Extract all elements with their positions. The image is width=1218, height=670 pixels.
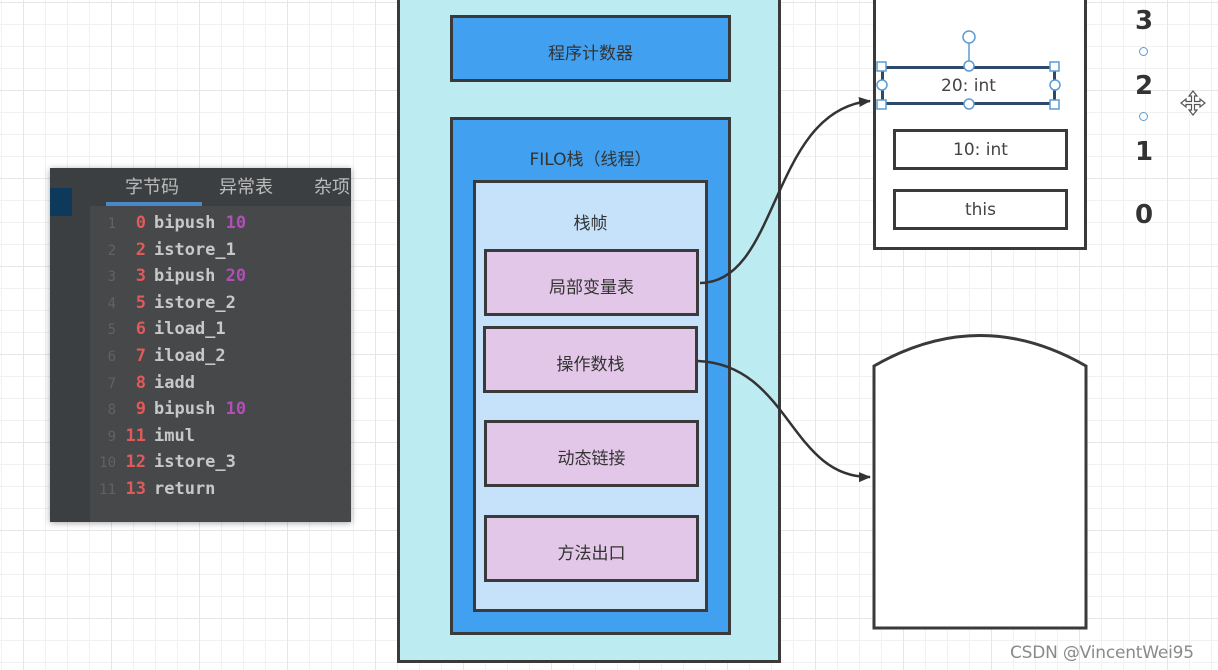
operand-stack-shape[interactable] [872, 334, 1088, 630]
resize-handle-s [963, 98, 975, 110]
diagram-overlay [697, 30, 1206, 630]
slot-index-3: 3 [1135, 6, 1154, 36]
slot-index-2: 2 [1135, 71, 1154, 101]
resize-handle-e [1049, 79, 1061, 91]
rotate-handle [962, 30, 976, 44]
slot-index-0: 0 [1135, 200, 1154, 230]
connector-lvt-to-slots[interactable] [699, 97, 871, 285]
resize-handle-n [963, 60, 975, 72]
resize-handle-w [876, 79, 888, 91]
resize-handle-se [1049, 99, 1060, 110]
connector-operand-to-stack[interactable] [697, 359, 871, 483]
selection-handles[interactable] [876, 30, 1061, 110]
resize-handle-ne [1049, 61, 1060, 72]
move-cursor-icon [1180, 90, 1206, 116]
connection-point-icon[interactable] [1139, 112, 1148, 121]
connection-point-icon[interactable] [1139, 47, 1148, 56]
resize-handle-nw [876, 61, 887, 72]
slot-index-1: 1 [1135, 137, 1154, 167]
watermark: CSDN @VincentWei95 [1010, 643, 1194, 663]
resize-handle-sw [876, 99, 887, 110]
